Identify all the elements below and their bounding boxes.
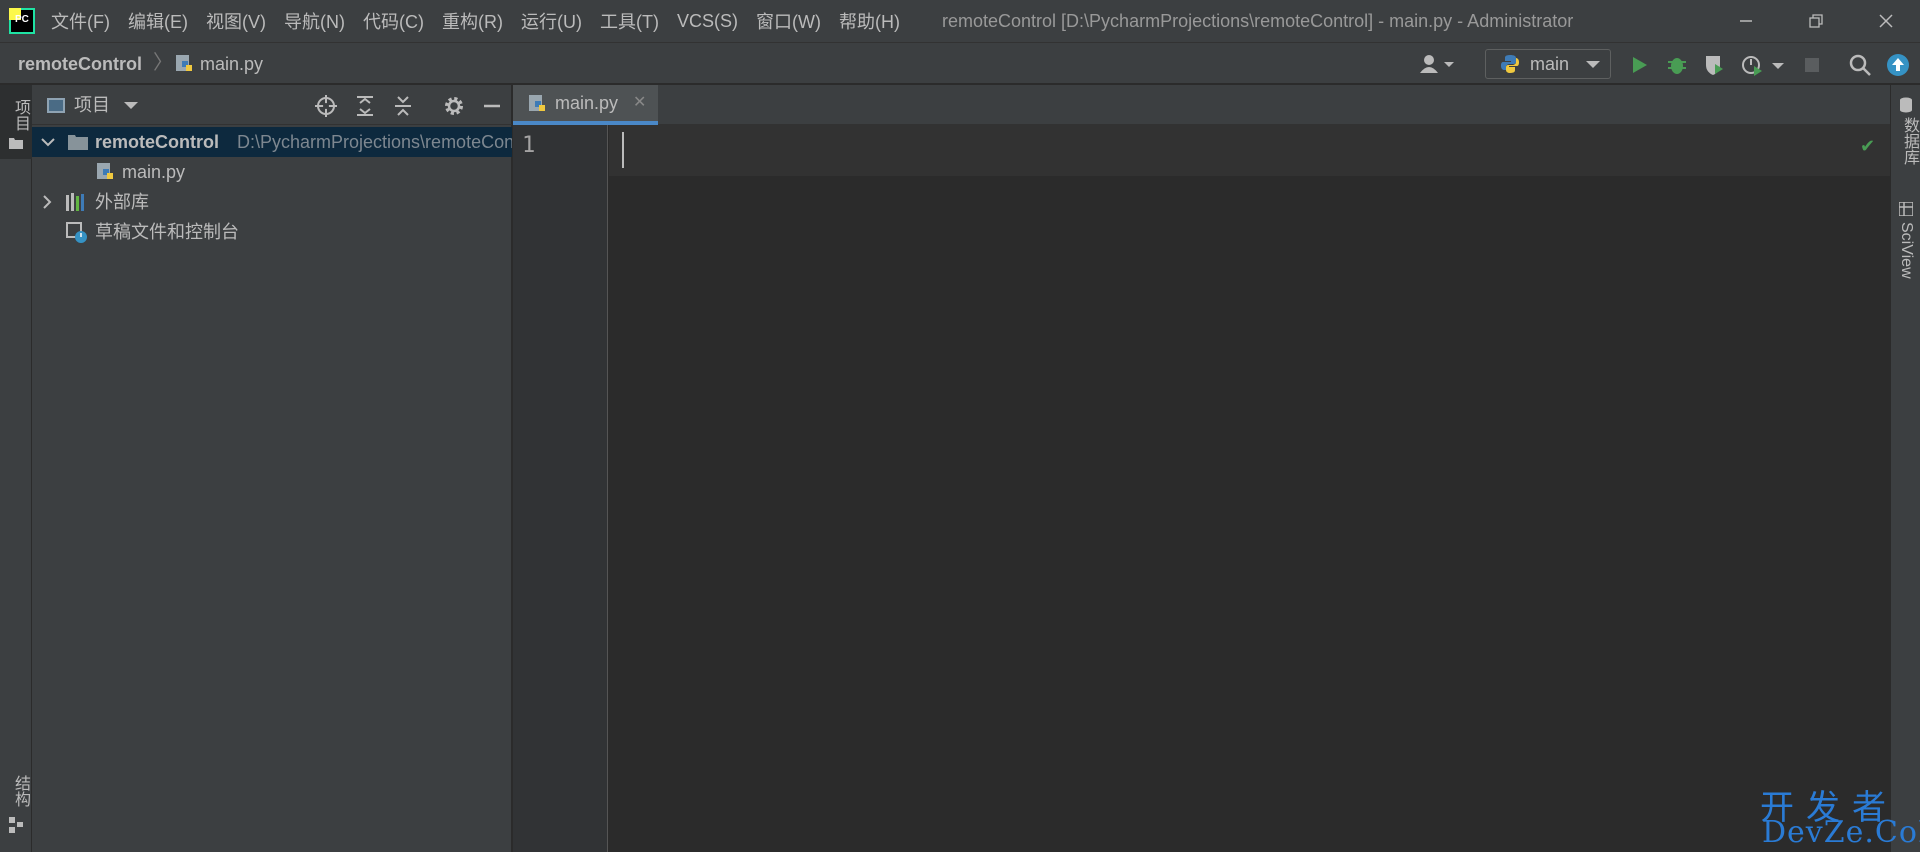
editor-tab-main-py[interactable]: main.py ✕ [513,85,658,125]
breadcrumb-project[interactable]: remoteControl [18,43,142,85]
project-panel-header: 项目 [32,85,512,125]
library-icon [66,193,84,211]
menu-window[interactable]: 窗口(W) [747,8,830,34]
breadcrumb-separator-icon: 〉 [153,52,173,74]
minimize-icon [1740,20,1752,22]
tool-tab-structure-label: 结构 [12,775,29,807]
collapse-all-icon[interactable] [391,94,415,118]
close-tab-icon[interactable]: ✕ [633,85,646,121]
watermark-bottom: DevZe.CoM [1762,815,1920,850]
window-title: remoteControl [D:\PycharmProjections\rem… [942,11,1574,31]
pycharm-logo-icon: PC [9,8,35,34]
tree-item-label: 外部库 [95,192,149,212]
tree-item-main-py[interactable]: main.py [32,157,512,187]
chevron-down-icon[interactable] [41,136,55,148]
folder-icon [9,138,23,149]
tree-item-external-libraries[interactable]: 外部库 [32,187,512,217]
hide-panel-icon[interactable] [480,94,504,118]
restore-button[interactable] [1786,0,1846,42]
code-editor[interactable] [609,176,1890,852]
locate-file-icon[interactable] [314,94,338,118]
menu-code[interactable]: 代码(C) [354,8,433,34]
gear-icon[interactable] [442,94,466,118]
chevron-right-icon[interactable] [41,195,53,209]
minimize-button[interactable] [1716,0,1776,42]
chevron-down-icon[interactable] [124,102,138,109]
right-tool-strip: 数据库 SciView [1890,85,1920,852]
menu-view[interactable]: 视图(V) [197,8,275,34]
python-icon [1501,55,1519,73]
run-configuration-label: main [1530,54,1570,74]
tree-item-label: main.py [122,162,186,182]
search-icon[interactable] [1848,53,1872,77]
menu-edit[interactable]: 编辑(E) [119,8,197,34]
tree-item-label: remoteControl [95,132,220,152]
chevron-down-icon [1586,61,1600,68]
text-caret [622,132,624,168]
stop-icon[interactable] [1800,53,1824,77]
tree-item-project-root[interactable]: remoteControl D:\PycharmProjections\remo… [32,127,512,157]
editor-gutter: 1 [513,125,608,852]
inspection-ok-checkmark-icon[interactable]: ✔ [1860,136,1875,157]
structure-icon [9,817,23,833]
user-account-icon[interactable] [1418,53,1458,75]
project-panel: 项目 remoteControl D:\PycharmProjections\r… [32,85,512,852]
tool-tab-structure[interactable]: 结构 [0,775,32,849]
debug-icon[interactable] [1665,53,1689,77]
navigation-bar: remoteControl 〉 main.py main [0,42,1920,84]
python-file-icon [529,95,545,111]
editor-tab-label: main.py [555,93,619,113]
left-tool-strip: 项目 结构 [0,85,32,852]
run-with-coverage-icon[interactable] [1702,53,1726,77]
update-icon[interactable] [1886,53,1910,77]
close-icon [1879,14,1893,28]
tree-item-scratches-and-consoles[interactable]: 草稿文件和控制台 [32,217,512,247]
menu-vcs[interactable]: VCS(S) [668,11,747,32]
main-menu: 文件(F) 编辑(E) 视图(V) 导航(N) 代码(C) 重构(R) 运行(U… [42,0,909,42]
close-button[interactable] [1856,0,1916,42]
profile-icon[interactable] [1740,53,1764,77]
tool-tab-sciview[interactable]: SciView [1891,200,1920,310]
current-line-highlight[interactable] [609,125,1890,176]
project-view-icon [47,98,65,113]
sciview-icon [1899,202,1913,216]
menu-navigate[interactable]: 导航(N) [275,8,354,34]
more-run-options-icon[interactable] [1770,53,1794,77]
tree-item-label: 草稿文件和控制台 [95,222,239,242]
menu-tools[interactable]: 工具(T) [591,8,668,34]
tool-tab-database[interactable]: 数据库 [1891,93,1920,183]
menu-run[interactable]: 运行(U) [512,8,591,34]
python-file-icon [97,163,113,179]
menu-file[interactable]: 文件(F) [42,8,119,34]
tool-tab-sciview-label: SciView [1898,222,1915,279]
database-icon [1900,97,1912,113]
tool-tab-project-label: 项目 [12,99,29,131]
restore-icon [1809,14,1823,28]
expand-all-icon[interactable] [353,94,377,118]
python-file-icon [176,55,192,71]
menu-refactor[interactable]: 重构(R) [433,8,512,34]
menu-help[interactable]: 帮助(H) [830,8,909,34]
title-bar: PC 文件(F) 编辑(E) 视图(V) 导航(N) 代码(C) 重构(R) 运… [0,0,1920,42]
breadcrumb-file[interactable]: main.py [200,43,263,85]
run-configuration-selector[interactable]: main [1485,49,1611,79]
tree-item-path: D:\PycharmProjections\remoteControl [237,132,512,152]
scratches-icon [66,222,87,243]
tool-tab-database-label: 数据库 [1901,117,1918,165]
run-icon[interactable] [1627,53,1651,77]
editor-tab-bar: main.py ✕ [513,85,1890,125]
project-panel-title[interactable]: 项目 [74,85,110,125]
folder-icon [68,135,88,150]
line-number: 1 [522,133,536,158]
tool-tab-project[interactable]: 项目 [0,85,32,159]
